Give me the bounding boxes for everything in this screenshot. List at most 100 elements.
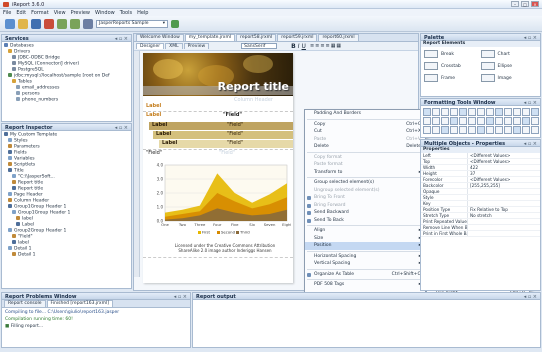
context-menu-item[interactable]: Padding And Borders — [305, 110, 425, 118]
format-tool-icon[interactable] — [432, 126, 440, 134]
format-tool-icon[interactable] — [459, 108, 467, 116]
format-tool-icon[interactable] — [423, 117, 431, 125]
context-menu-item[interactable]: Position▸ — [305, 242, 425, 250]
menu-edit[interactable]: Edit — [16, 10, 26, 16]
panel-controls-icon[interactable]: ◂ ▫ × — [524, 35, 537, 41]
format-tool-icon[interactable] — [504, 108, 512, 116]
editor-tab[interactable]: my_template.jrxml — [184, 34, 236, 41]
menu-window[interactable]: Window — [95, 10, 115, 16]
menu-help[interactable]: Help — [137, 10, 148, 16]
format-tool-icon[interactable] — [531, 126, 539, 134]
context-menu-item[interactable]: Transform to▸ — [305, 169, 425, 177]
panel-controls-icon[interactable]: ◂ ▫ × — [524, 100, 537, 106]
format-tool-icon[interactable] — [441, 108, 449, 116]
format-tool-icon[interactable] — [504, 126, 512, 134]
format-tool-icon[interactable] — [522, 108, 530, 116]
palette-item-break[interactable]: Break — [424, 48, 481, 60]
mode-tab-designer[interactable]: Designer — [136, 43, 165, 49]
inspector-tree-item[interactable]: Detail 1 — [4, 252, 129, 258]
services-tree-item[interactable]: phone_numbers — [4, 97, 129, 103]
run-report-icon[interactable] — [171, 19, 179, 28]
panel-controls-icon[interactable]: ◂ ▫ × — [524, 294, 537, 300]
output-tab[interactable]: Report console — [4, 300, 46, 307]
area-chart[interactable]: 0.01.02.03.04.0One Two Three Four Five Six Sev… — [151, 161, 291, 237]
format-tool-icon[interactable] — [441, 126, 449, 134]
menu-file[interactable]: File — [3, 10, 11, 16]
menu-preview[interactable]: Preview — [71, 10, 90, 16]
underline-icon[interactable]: U — [302, 43, 306, 50]
context-menu-item[interactable]: Send Backward — [305, 209, 425, 217]
context-menu-item[interactable]: Vertical Spacing▸ — [305, 260, 425, 268]
format-tool-icon[interactable] — [441, 117, 449, 125]
editor-tab[interactable]: report58.jrxml — [236, 34, 277, 41]
format-tool-icon[interactable] — [423, 126, 431, 134]
property-row[interactable]: Print in First Whole Band — [421, 231, 540, 237]
format-tool-icon[interactable] — [486, 126, 494, 134]
group-header-1[interactable]: Label "Field" — [149, 122, 293, 130]
format-tool-icon[interactable] — [450, 108, 458, 116]
context-menu-item[interactable]: Horizontal Spacing▸ — [305, 253, 425, 261]
format-tool-icon[interactable] — [513, 126, 521, 134]
format-tool-icon[interactable] — [423, 108, 431, 116]
open-folder-icon[interactable] — [18, 18, 28, 29]
editor-tab[interactable]: report59.jrxml — [277, 34, 318, 41]
format-tool-icon[interactable] — [486, 117, 494, 125]
output-tab[interactable]: Finished [report163.jrxml] — [46, 300, 113, 307]
format-tool-icon[interactable] — [495, 126, 503, 134]
font-combo[interactable]: SansSerif — [241, 43, 278, 49]
context-menu-item[interactable]: Send To Back — [305, 217, 425, 225]
format-tool-icon[interactable] — [477, 108, 485, 116]
context-menu-item[interactable]: Copy Ctrl+C — [305, 121, 425, 129]
format-tool-icon[interactable] — [450, 126, 458, 134]
group-header-3[interactable]: Label "Field" — [159, 140, 293, 148]
context-menu-item[interactable]: Delete Delete — [305, 143, 425, 151]
palette-item-crosstab[interactable]: Crosstab — [424, 60, 481, 72]
format-tool-icon[interactable] — [531, 117, 539, 125]
maximize-button[interactable]: □ — [521, 1, 529, 7]
context-menu-item[interactable]: Bring To Front — [305, 194, 425, 202]
context-menu-item[interactable]: Cut Ctrl+X — [305, 128, 425, 136]
context-menu-item[interactable]: Bring Forward — [305, 202, 425, 210]
format-tool-icon[interactable] — [531, 108, 539, 116]
format-tool-icon[interactable] — [495, 117, 503, 125]
menu-tools[interactable]: Tools — [120, 10, 132, 16]
format-tool-icon[interactable] — [432, 117, 440, 125]
format-tool-icon[interactable] — [495, 108, 503, 116]
editor-tab[interactable]: Welcome Window — [136, 34, 184, 41]
context-menu-item[interactable]: Group selected element(s) — [305, 179, 425, 187]
format-tool-icon[interactable] — [459, 126, 467, 134]
format-tool-icon[interactable] — [477, 117, 485, 125]
format-tool-icon[interactable] — [450, 117, 458, 125]
context-menu-item[interactable]: Copy format — [305, 154, 425, 162]
panel-controls-icon[interactable]: ◂ ▫ × — [115, 125, 128, 131]
bold-icon[interactable]: B — [291, 43, 296, 50]
italic-icon[interactable]: I — [298, 43, 300, 50]
datasource-icon[interactable] — [44, 18, 54, 29]
context-menu-item[interactable]: Organize As Table Ctrl+Shift+O — [305, 271, 425, 279]
format-tool-icon[interactable] — [522, 117, 530, 125]
label-row-1[interactable]: Label — [143, 103, 293, 112]
editor-tab[interactable]: report60.jrxml — [318, 34, 359, 41]
format-tool-icon[interactable] — [432, 108, 440, 116]
mode-tab-preview[interactable]: Preview — [183, 43, 210, 49]
redo-icon[interactable] — [70, 18, 80, 29]
context-menu-item[interactable]: Paste Ctrl+V — [305, 136, 425, 144]
panel-controls-icon[interactable]: ◂ ▫ × — [524, 141, 537, 147]
report-datasource-combo[interactable]: JasperReports Sample ▾ — [96, 19, 168, 28]
palette-item-image[interactable]: Image — [480, 72, 538, 84]
preview-icon[interactable] — [83, 18, 93, 29]
palette-item-frame[interactable]: Frame — [424, 72, 481, 84]
menu-format[interactable]: Format — [31, 10, 49, 16]
palette-item-ellipse[interactable]: Ellipse — [480, 60, 538, 72]
format-tool-icon[interactable] — [477, 126, 485, 134]
new-report-icon[interactable] — [5, 18, 15, 29]
format-tool-icon[interactable] — [468, 117, 476, 125]
minimize-button[interactable]: – — [511, 1, 519, 7]
format-tool-icon[interactable] — [468, 108, 476, 116]
menu-view[interactable]: View — [54, 10, 66, 16]
label-row-2[interactable]: Label "Field" — [143, 112, 293, 121]
format-tool-icon[interactable] — [522, 126, 530, 134]
panel-controls-icon[interactable]: ◂ ▫ × — [174, 294, 187, 300]
close-button[interactable]: × — [531, 1, 539, 7]
group-header-2[interactable]: Label "Field" — [153, 131, 293, 139]
